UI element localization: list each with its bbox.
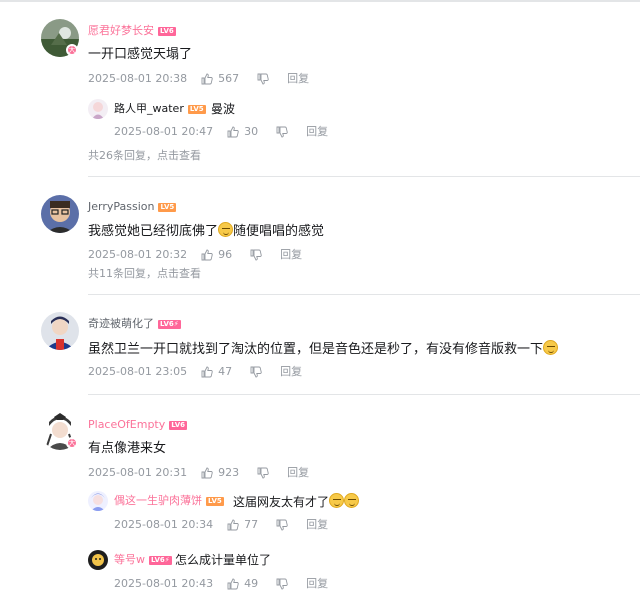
timestamp: 2025-08-01 20:34: [114, 518, 214, 531]
thumbs-up-icon: [201, 249, 213, 261]
top-divider: [0, 0, 640, 2]
avatar[interactable]: [41, 195, 79, 233]
level-badge: LV6: [169, 420, 188, 430]
doge-emoji-icon: [543, 340, 559, 355]
dislike-button[interactable]: [276, 519, 288, 531]
vip-badge: 大: [66, 437, 78, 449]
timestamp: 2025-08-01 20:32: [88, 248, 188, 261]
level-badge: LV5: [158, 202, 177, 212]
comment-divider: [88, 394, 640, 395]
dislike-button[interactable]: [276, 578, 288, 590]
sub-avatar[interactable]: [88, 99, 108, 119]
like-count: 30: [244, 125, 259, 138]
view-more-replies[interactable]: 共26条回复，点击查看: [88, 149, 201, 163]
level-badge: LV6: [158, 26, 176, 36]
view-more-replies[interactable]: 共11条回复，点击查看: [88, 267, 201, 281]
thumbs-down-icon: [250, 249, 262, 261]
level-badge: LV6⚡: [149, 555, 172, 565]
dislike-button[interactable]: [257, 467, 269, 479]
level-badge: LV5: [206, 496, 224, 506]
timestamp: 2025-08-01 20:31: [88, 466, 188, 479]
dislike-button[interactable]: [276, 126, 288, 138]
timestamp: 2025-08-01 20:47: [114, 125, 214, 138]
username[interactable]: PlaceOfEmpty LV6: [88, 418, 188, 432]
thumbs-up-icon: [227, 126, 239, 138]
thumbs-down-icon: [276, 578, 288, 590]
vip-badge: 大: [66, 44, 78, 56]
thumbs-down-icon: [250, 366, 262, 378]
sub-reply-text: 这届网友太有才了: [233, 493, 360, 510]
thumbs-up-icon: [227, 519, 239, 531]
comment-text: 有点像港来女: [88, 441, 167, 456]
comment-meta: 2025-08-01 20:32 96 回复: [88, 248, 302, 262]
like-button[interactable]: 923: [201, 466, 239, 480]
like-count: 923: [218, 466, 240, 479]
doge-emoji-icon: [329, 493, 345, 508]
reply-button[interactable]: 回复: [306, 577, 328, 591]
like-button[interactable]: 47: [201, 365, 232, 379]
dislike-button[interactable]: [257, 73, 269, 85]
username[interactable]: JerryPassion LV5: [88, 200, 177, 214]
comment-text: 我感觉她已经彻底佛了 随便唱唱的感觉: [88, 222, 325, 239]
comment-text: 一开口感觉天塌了: [88, 47, 193, 62]
sub-avatar[interactable]: [88, 491, 108, 511]
sub-reply-meta: 2025-08-01 20:47 30 回复: [114, 125, 328, 139]
thumbs-down-icon: [257, 467, 269, 479]
thumbs-down-icon: [276, 126, 288, 138]
timestamp: 2025-08-01 23:05: [88, 365, 188, 378]
username[interactable]: 愿君好梦长安 LV6: [88, 24, 176, 38]
doge-emoji-icon: [344, 493, 360, 508]
comment-section: 大 愿君好梦长安 LV6 一开口感觉天塌了 2025-08-01 20:38 56…: [0, 0, 640, 593]
level-badge: LV5: [187, 104, 206, 114]
sub-username[interactable]: 偶这一生驴肉薄饼 LV5: [114, 494, 224, 508]
thumbs-up-icon: [201, 73, 213, 85]
timestamp: 2025-08-01 20:38: [88, 72, 188, 85]
sub-username[interactable]: 等号w LV6⚡: [114, 553, 172, 567]
doge-emoji-icon: [218, 222, 234, 237]
sub-avatar[interactable]: [88, 550, 108, 570]
thumbs-up-icon: [201, 366, 213, 378]
like-count: 49: [244, 577, 259, 590]
like-button[interactable]: 77: [227, 518, 258, 532]
like-count: 47: [218, 365, 233, 378]
thumbs-up-icon: [201, 467, 213, 479]
reply-button[interactable]: 回复: [306, 518, 328, 532]
reply-button[interactable]: 回复: [306, 125, 328, 139]
thumbs-up-icon: [227, 578, 239, 590]
sub-reply-meta: 2025-08-01 20:34 77 回复: [114, 518, 328, 532]
like-count: 567: [218, 72, 240, 85]
dislike-button[interactable]: [250, 249, 262, 261]
level-badge: LV6⚡: [158, 319, 181, 329]
sub-reply-text: 怎么成计量单位了: [175, 553, 272, 567]
username[interactable]: 奇迹被萌化了 LV6⚡: [88, 317, 181, 331]
sub-reply-meta: 2025-08-01 20:43 49 回复: [114, 577, 328, 591]
comment-meta: 2025-08-01 20:31 923 回复: [88, 466, 309, 480]
sub-reply-text: 曼波: [211, 102, 236, 116]
timestamp: 2025-08-01 20:43: [114, 577, 214, 590]
comment-divider: [88, 176, 640, 177]
thumbs-down-icon: [257, 73, 269, 85]
like-button[interactable]: 30: [227, 125, 258, 139]
reply-button[interactable]: 回复: [287, 72, 309, 86]
sub-username[interactable]: 路人甲_water LV5: [114, 102, 206, 116]
avatar[interactable]: [41, 312, 79, 350]
like-button[interactable]: 567: [201, 72, 239, 86]
like-count: 96: [218, 248, 233, 261]
comment-meta: 2025-08-01 23:05 47 回复: [88, 365, 302, 379]
dislike-button[interactable]: [250, 366, 262, 378]
like-button[interactable]: 49: [227, 577, 258, 591]
thumbs-down-icon: [276, 519, 288, 531]
like-count: 77: [244, 518, 259, 531]
reply-button[interactable]: 回复: [280, 365, 302, 379]
like-button[interactable]: 96: [201, 248, 232, 262]
reply-button[interactable]: 回复: [287, 466, 309, 480]
comment-text: 虽然卫兰一开口就找到了淘汰的位置，但是音色还是秒了，有没有修音版救一下: [88, 340, 559, 359]
reply-button[interactable]: 回复: [280, 248, 302, 262]
comment-meta: 2025-08-01 20:38 567 回复: [88, 72, 309, 86]
comment-divider: [88, 294, 640, 295]
